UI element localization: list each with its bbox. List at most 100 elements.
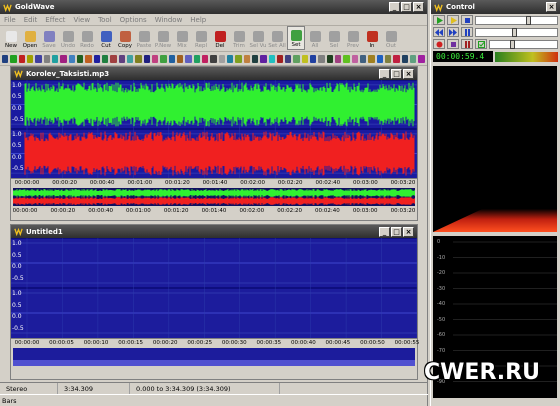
balance-slider[interactable] bbox=[475, 27, 558, 37]
effect-tool-icon[interactable] bbox=[76, 54, 84, 63]
effect-tool-icon[interactable] bbox=[110, 54, 117, 63]
effect-tool-icon[interactable] bbox=[168, 54, 175, 63]
effect-tool-icon[interactable] bbox=[68, 54, 75, 63]
effect-tool-icon[interactable] bbox=[135, 54, 142, 63]
menu-options[interactable]: Options bbox=[120, 16, 147, 24]
effect-tool-icon[interactable] bbox=[26, 54, 34, 63]
effect-tool-icon[interactable] bbox=[318, 54, 325, 63]
toolbar-repl-button[interactable]: Repl bbox=[192, 26, 210, 50]
menu-file[interactable]: File bbox=[4, 16, 16, 24]
maximize-button[interactable]: □ bbox=[401, 2, 412, 12]
effect-tool-icon[interactable] bbox=[218, 54, 225, 63]
effect-tool-icon[interactable] bbox=[176, 54, 184, 63]
toolbar-mix-button[interactable]: Mix bbox=[173, 26, 191, 50]
effect-tool-icon[interactable] bbox=[326, 54, 334, 63]
volume-slider[interactable] bbox=[475, 15, 558, 25]
effect-tool-icon[interactable] bbox=[126, 54, 134, 63]
effect-tool-icon[interactable] bbox=[260, 54, 267, 63]
effect-tool-icon[interactable] bbox=[385, 54, 392, 63]
toolbar-set-all-button[interactable]: Set All bbox=[268, 26, 286, 50]
rewind-button[interactable] bbox=[433, 27, 445, 37]
effect-tool-icon[interactable] bbox=[143, 54, 150, 63]
doc2-minimize-button[interactable]: _ bbox=[379, 226, 390, 237]
play-selection-button[interactable] bbox=[447, 15, 459, 25]
effect-tool-icon[interactable] bbox=[43, 54, 50, 63]
effect-tool-icon[interactable] bbox=[10, 54, 17, 63]
main-titlebar[interactable]: GoldWave _ □ × bbox=[0, 0, 427, 14]
toolbar-trim-button[interactable]: Trim bbox=[230, 26, 248, 50]
doc1-overview[interactable] bbox=[13, 188, 415, 206]
toolbar-in-button[interactable]: In bbox=[363, 26, 381, 50]
effect-tool-icon[interactable] bbox=[60, 54, 67, 63]
doc1-close-button[interactable]: × bbox=[403, 68, 414, 79]
effect-tool-icon[interactable] bbox=[18, 54, 25, 63]
effect-tool-icon[interactable] bbox=[401, 54, 409, 63]
menu-help[interactable]: Help bbox=[190, 16, 206, 24]
effect-tool-icon[interactable] bbox=[226, 54, 234, 63]
menu-tool[interactable]: Tool bbox=[98, 16, 112, 24]
effect-tool-icon[interactable] bbox=[268, 54, 275, 63]
effect-tool-icon[interactable] bbox=[201, 54, 209, 63]
effect-tool-icon[interactable] bbox=[151, 54, 159, 63]
toolbar-all-button[interactable]: All bbox=[306, 26, 324, 50]
doc2-maximize-button[interactable]: □ bbox=[391, 226, 402, 237]
effect-tool-icon[interactable] bbox=[85, 54, 92, 63]
speed-slider[interactable] bbox=[489, 39, 558, 49]
fast-forward-button[interactable] bbox=[447, 27, 459, 37]
doc2-waveform[interactable]: 1.0 0.5 0.0 -0.5 1.0 0.5 0.0 -0.5 bbox=[11, 238, 417, 338]
effect-tool-icon[interactable] bbox=[351, 54, 359, 63]
effect-tool-icon[interactable] bbox=[335, 54, 342, 63]
effect-tool-icon[interactable] bbox=[418, 54, 425, 63]
oscilloscope-display[interactable] bbox=[433, 66, 557, 232]
effect-tool-icon[interactable] bbox=[301, 54, 309, 63]
menu-window[interactable]: Window bbox=[155, 16, 183, 24]
stop-record-button[interactable] bbox=[447, 39, 459, 49]
doc2-titlebar[interactable]: Untitled1 _ □ × bbox=[11, 225, 417, 238]
toolbar-paste-button[interactable]: Paste bbox=[135, 26, 153, 50]
effect-tool-icon[interactable] bbox=[160, 54, 167, 63]
effect-tool-icon[interactable] bbox=[235, 54, 242, 63]
record-button[interactable] bbox=[433, 39, 445, 49]
effect-tool-icon[interactable] bbox=[368, 54, 375, 63]
doc1-titlebar[interactable]: Korolev_Taksisti.mp3 _ □ × bbox=[11, 67, 417, 80]
effect-tool-icon[interactable] bbox=[93, 54, 100, 63]
toolbar-p-new-button[interactable]: P.New bbox=[154, 26, 172, 50]
effect-tool-icon[interactable] bbox=[343, 54, 350, 63]
record-pause-button[interactable] bbox=[461, 39, 473, 49]
effect-tool-icon[interactable] bbox=[376, 54, 384, 63]
menu-edit[interactable]: Edit bbox=[24, 16, 38, 24]
control-close-button[interactable]: × bbox=[546, 2, 557, 12]
doc2-timeline[interactable]: 00:00:00 00:00:05 00:00:10 00:00:15 00:00:20… bbox=[11, 338, 419, 347]
effect-tool-icon[interactable] bbox=[285, 54, 292, 63]
effect-tool-icon[interactable] bbox=[51, 54, 59, 63]
control-titlebar[interactable]: Control × bbox=[431, 0, 560, 14]
menu-effect[interactable]: Effect bbox=[45, 16, 65, 24]
effect-tool-icon[interactable] bbox=[2, 54, 9, 63]
minimize-button[interactable]: _ bbox=[389, 2, 400, 12]
toolbar-undo-button[interactable]: Undo bbox=[59, 26, 77, 50]
toolbar-out-button[interactable]: Out bbox=[382, 26, 400, 50]
toolbar-new-button[interactable]: New bbox=[2, 26, 20, 50]
menu-view[interactable]: View bbox=[73, 16, 90, 24]
effect-tool-icon[interactable] bbox=[393, 54, 400, 63]
play-button[interactable] bbox=[433, 15, 445, 25]
effect-tool-icon[interactable] bbox=[101, 54, 109, 63]
pause-button[interactable] bbox=[461, 27, 473, 37]
effect-tool-icon[interactable] bbox=[310, 54, 317, 63]
doc2-close-button[interactable]: × bbox=[403, 226, 414, 237]
toolbar-open-button[interactable]: Open bbox=[21, 26, 39, 50]
toolbar-del-button[interactable]: Del bbox=[211, 26, 229, 50]
effect-tool-icon[interactable] bbox=[193, 54, 200, 63]
effect-tool-icon[interactable] bbox=[210, 54, 217, 63]
properties-button[interactable] bbox=[475, 39, 487, 49]
effect-tool-icon[interactable] bbox=[276, 54, 284, 63]
doc1-timeline[interactable]: 00:00:00 00:00:20 00:00:40 00:01:00 00:01:20… bbox=[11, 178, 417, 187]
effect-tool-icon[interactable] bbox=[35, 54, 42, 63]
toolbar-cut-button[interactable]: Cut bbox=[97, 26, 115, 50]
toolbar-sel-vu-button[interactable]: Sel Vu bbox=[249, 26, 267, 50]
toolbar-redo-button[interactable]: Redo bbox=[78, 26, 96, 50]
effect-tool-icon[interactable] bbox=[118, 54, 125, 63]
effect-tool-icon[interactable] bbox=[251, 54, 259, 63]
effect-tool-icon[interactable] bbox=[293, 54, 300, 63]
close-button[interactable]: × bbox=[413, 2, 424, 12]
